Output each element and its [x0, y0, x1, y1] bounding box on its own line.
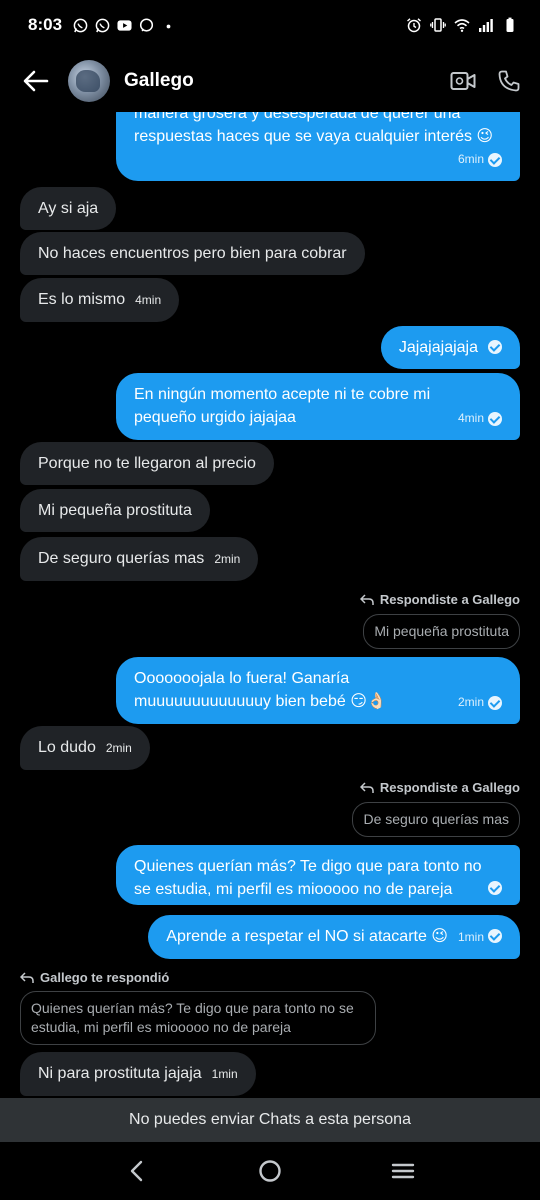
quoted-message[interactable]: De seguro querías mas: [352, 802, 520, 837]
nav-home-button[interactable]: [250, 1151, 290, 1191]
message-outgoing[interactable]: Jajajajajaja: [380, 326, 520, 369]
message-time: 2min: [105, 741, 132, 755]
message-incoming[interactable]: Ni para prostituta jajaja 1min: [20, 1052, 256, 1096]
message-text: De seguro querías mas: [38, 550, 205, 567]
status-time: 8:03: [28, 15, 63, 34]
message-outgoing[interactable]: Aprende a respetar el NO si atacarte 😉 1m…: [148, 915, 520, 959]
message-text-partial: manera grosera y desesperada de querer u…: [134, 112, 461, 122]
message-time: 1min: [457, 930, 484, 944]
whatsapp-icon: [95, 18, 110, 32]
nav-home-icon: [259, 1160, 281, 1182]
message-time: 4min: [457, 411, 484, 425]
whatsapp-icon: [73, 18, 88, 32]
message-incoming[interactable]: No haces encuentros pero bien para cobra…: [20, 232, 365, 275]
message-text: Quienes querían más? Te digo que para to…: [134, 858, 482, 898]
vibrate-icon: [430, 18, 446, 32]
message-text: respuestas haces que se vaya cualquier i…: [134, 128, 494, 145]
message-text: Jajajajajaja: [398, 339, 478, 356]
chat-header: Gallego: [0, 50, 540, 112]
message-time: 4min: [135, 293, 162, 307]
message-incoming[interactable]: Lo dudo 2min: [20, 726, 150, 770]
status-bar: 8:03: [0, 0, 540, 50]
message-incoming[interactable]: Porque no te llegaron al precio: [20, 442, 274, 485]
read-check-icon: [488, 152, 502, 167]
message-text: Es lo mismo: [38, 291, 126, 308]
wifi-icon: [454, 19, 470, 32]
message-time: 2min: [457, 695, 484, 709]
message-time: 1min: [211, 1067, 238, 1081]
message-incoming[interactable]: De seguro querías mas 2min: [20, 537, 259, 581]
battery-icon: [506, 17, 514, 32]
message-incoming[interactable]: Mi pequeña prostituta: [20, 489, 210, 532]
back-arrow-icon: [23, 70, 49, 92]
message-text: Ay si aja: [38, 200, 99, 217]
reply-label: Respondiste a Gallego: [359, 780, 520, 795]
read-check-icon: [488, 340, 502, 354]
message-incoming[interactable]: Es lo mismo 4min: [20, 278, 180, 322]
reply-label: Respondiste a Gallego: [359, 592, 520, 607]
messenger-icon: [139, 17, 154, 32]
message-outgoing[interactable]: En ningún momento acepte ni te cobre mi …: [116, 373, 520, 440]
system-nav-bar: [0, 1142, 540, 1200]
message-text: Ni para prostituta jajaja: [38, 1065, 202, 1082]
message-outgoing[interactable]: manera grosera y desesperada de querer u…: [116, 112, 520, 181]
phone-call-button[interactable]: [494, 66, 524, 96]
signal-icon: [479, 19, 493, 32]
read-check-icon: [488, 929, 502, 943]
contact-name[interactable]: Gallego: [124, 70, 432, 92]
video-call-button[interactable]: [448, 66, 478, 96]
message-incoming[interactable]: Ay si aja: [20, 187, 117, 230]
alarm-icon: [407, 18, 421, 33]
phone-icon: [498, 70, 520, 92]
message-list[interactable]: manera grosera y desesperada de querer u…: [0, 112, 540, 1098]
message-text: Aprende a respetar el NO si atacarte 😉: [166, 928, 448, 945]
message-text: No haces encuentros pero bien para cobra…: [38, 245, 347, 262]
blocked-notice-text: No puedes enviar Chats a esta persona: [129, 1111, 411, 1128]
nav-back-button[interactable]: [117, 1151, 157, 1191]
back-button[interactable]: [20, 65, 52, 97]
message-outgoing[interactable]: Ooooooojala lo fuera! Ganaría muuuuuuuuu…: [116, 657, 520, 724]
reply-label: Gallego te respondió: [20, 970, 169, 985]
reply-arrow-icon: [20, 971, 34, 983]
quoted-message[interactable]: Quienes querían más? Te digo que para to…: [20, 991, 376, 1045]
avatar[interactable]: [68, 60, 110, 102]
nav-recents-button[interactable]: [383, 1151, 423, 1191]
message-outgoing[interactable]: Quienes querían más? Te digo que para to…: [116, 845, 520, 905]
read-check-icon: [488, 881, 502, 895]
dot-icon: [166, 24, 171, 28]
status-bar-left: 8:03: [28, 15, 176, 35]
status-bar-right: [406, 17, 518, 33]
video-call-icon: [450, 72, 476, 90]
message-text: Lo dudo: [38, 739, 96, 756]
read-check-icon: [488, 695, 502, 710]
reply-arrow-icon: [359, 781, 374, 793]
message-time: 6min: [457, 152, 484, 166]
read-check-icon: [488, 411, 502, 426]
youtube-icon: [117, 19, 132, 31]
blocked-notice: No puedes enviar Chats a esta persona: [0, 1098, 540, 1142]
message-text: Mi pequeña prostituta: [38, 502, 192, 519]
quoted-message[interactable]: Mi pequeña prostituta: [363, 614, 520, 649]
nav-back-icon: [130, 1160, 142, 1182]
nav-recents-icon: [392, 1163, 415, 1179]
message-text: Porque no te llegaron al precio: [38, 455, 256, 472]
reply-arrow-icon: [359, 593, 374, 605]
message-time: 2min: [214, 552, 241, 566]
